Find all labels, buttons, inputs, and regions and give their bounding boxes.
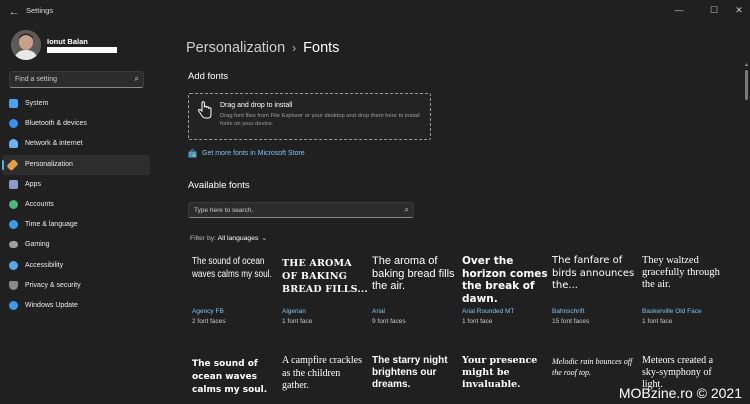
font-name: Agency FB bbox=[192, 308, 224, 315]
sidebar-item-bluetooth[interactable]: Bluetooth & devices bbox=[2, 114, 150, 134]
font-sample: Melodic rain bounces off the roof top. bbox=[552, 357, 633, 377]
minimize-button[interactable]: — bbox=[670, 3, 688, 17]
font-sample: The starry night brightens our dreams. bbox=[372, 355, 448, 390]
add-fonts-heading: Add fonts bbox=[188, 71, 229, 82]
maximize-button[interactable]: ☐ bbox=[705, 3, 723, 17]
watermark: MOBzine.ro © 2021 bbox=[618, 385, 742, 401]
language-filter[interactable]: Filter by: All languages ⌄ bbox=[190, 234, 267, 242]
font-face-count: 9 font faces bbox=[372, 318, 406, 325]
back-arrow-icon[interactable]: ← bbox=[6, 4, 22, 20]
sidebar-item-label: Bluetooth & devices bbox=[25, 120, 87, 128]
avatar[interactable] bbox=[11, 30, 41, 60]
sidebar-item-gaming[interactable]: Gaming bbox=[2, 235, 150, 255]
user-photo-icon bbox=[11, 30, 41, 60]
sidebar-item-privacy[interactable]: Privacy & security bbox=[2, 276, 150, 296]
font-name: Arial Rounded MT bbox=[462, 308, 515, 315]
clock-globe-icon bbox=[9, 220, 18, 230]
font-search-input[interactable]: Type here to search. ⌕ bbox=[188, 202, 414, 218]
drop-zone-title: Drag and drop to install bbox=[220, 102, 293, 109]
font-face-count: 1 font face bbox=[642, 318, 673, 325]
accessibility-icon bbox=[9, 260, 18, 270]
font-drop-zone[interactable]: Drag and drop to install Drag font files… bbox=[188, 93, 431, 140]
bluetooth-icon bbox=[9, 119, 18, 129]
sidebar-item-label: Privacy & security bbox=[25, 281, 81, 289]
filter-label: Filter by: bbox=[190, 235, 217, 242]
sidebar-item-label: Time & language bbox=[25, 221, 78, 229]
font-face-count: 15 font faces bbox=[552, 318, 590, 325]
font-name: Arial bbox=[372, 308, 386, 315]
sidebar-item-accessibility[interactable]: Accessibility bbox=[2, 256, 150, 276]
sidebar-item-label: Apps bbox=[25, 180, 41, 188]
store-link-label: Get more fonts in Microsoft Store bbox=[202, 150, 305, 157]
font-name: Baskerville Old Face bbox=[642, 308, 702, 315]
accounts-icon bbox=[9, 199, 18, 209]
user-name: Ionut Balan bbox=[47, 37, 88, 46]
sidebar-item-label: Network & internet bbox=[25, 140, 83, 148]
apps-icon bbox=[9, 179, 18, 189]
breadcrumb-parent[interactable]: Personalization bbox=[186, 40, 285, 56]
sidebar-item-label: Accessibility bbox=[25, 261, 64, 269]
font-name: Algerian bbox=[282, 308, 306, 315]
font-sample: The aroma of baking bread fills the air. bbox=[372, 255, 455, 292]
sidebar-item-label: Personalization bbox=[25, 160, 73, 168]
font-sample: They waltzed gracefully through the air. bbox=[642, 255, 720, 290]
font-face-count: 1 font face bbox=[462, 318, 493, 325]
sidebar-item-personalization[interactable]: Personalization bbox=[2, 154, 150, 175]
find-setting-placeholder: Find a setting bbox=[15, 76, 58, 83]
sidebar-item-system[interactable]: System bbox=[2, 94, 150, 114]
breadcrumb: Personalization › Fonts bbox=[186, 40, 339, 56]
font-face-count: 2 font faces bbox=[192, 318, 226, 325]
sidebar-item-label: Gaming bbox=[25, 241, 50, 249]
scrollbar-thumb[interactable] bbox=[745, 70, 748, 100]
font-sample: Your presence might be invaluable. bbox=[462, 355, 538, 390]
sidebar-item-label: Accounts bbox=[25, 200, 54, 208]
find-setting-input[interactable]: Find a setting ⌕ bbox=[9, 71, 144, 88]
scroll-up-arrow-icon[interactable]: ▲ bbox=[744, 62, 749, 68]
sidebar-item-windows-update[interactable]: Windows Update bbox=[2, 296, 150, 316]
font-sample: The sound of ocean waves calms my soul. bbox=[192, 359, 268, 395]
breadcrumb-separator: › bbox=[292, 41, 297, 55]
page-title: Fonts bbox=[303, 40, 340, 56]
gamepad-icon bbox=[9, 241, 18, 249]
shield-icon bbox=[9, 280, 18, 290]
search-icon[interactable]: ⌕ bbox=[405, 205, 409, 215]
app-title: Settings bbox=[26, 6, 54, 15]
drag-hand-icon bbox=[197, 101, 212, 119]
store-icon bbox=[188, 149, 197, 158]
update-icon bbox=[9, 300, 18, 310]
user-email-redacted bbox=[47, 47, 117, 53]
sidebar-item-network[interactable]: Network & internet bbox=[2, 134, 150, 154]
font-sample: The sound of ocean waves calms my soul. bbox=[192, 256, 272, 280]
system-icon bbox=[9, 99, 18, 108]
sidebar-item-time-language[interactable]: Time & language bbox=[2, 215, 150, 235]
sidebar-item-label: System bbox=[25, 100, 49, 107]
drop-zone-description: Drag font files from File Explorer or yo… bbox=[220, 113, 420, 127]
font-sample: THE AROMA OF BAKING BREAD FILLS... bbox=[282, 258, 368, 295]
sidebar-item-apps[interactable]: Apps bbox=[2, 175, 150, 195]
font-name: Bahnschrift bbox=[552, 308, 585, 315]
close-button[interactable]: ✕ bbox=[730, 3, 748, 17]
font-search-placeholder: Type here to search. bbox=[194, 207, 254, 214]
network-icon bbox=[9, 139, 18, 149]
sidebar-item-accounts[interactable]: Accounts bbox=[2, 195, 150, 215]
font-sample: A campfire crackles as the children gath… bbox=[282, 355, 362, 391]
sidebar-item-label: Windows Update bbox=[25, 301, 78, 309]
filter-value: All languages bbox=[217, 235, 259, 242]
font-face-count: 1 font face bbox=[282, 318, 313, 325]
search-icon[interactable]: ⌕ bbox=[135, 74, 139, 84]
sidebar-nav: System Bluetooth & devices Network & int… bbox=[2, 94, 150, 316]
font-sample: The fanfare of birds announces the... bbox=[552, 255, 635, 291]
brush-icon bbox=[6, 158, 19, 171]
available-fonts-heading: Available fonts bbox=[188, 180, 250, 191]
font-sample: Over the horizon comes the break of dawn… bbox=[462, 255, 548, 305]
title-bar: ← Settings — ☐ ✕ bbox=[0, 0, 750, 24]
chevron-down-icon: ⌄ bbox=[261, 235, 268, 242]
